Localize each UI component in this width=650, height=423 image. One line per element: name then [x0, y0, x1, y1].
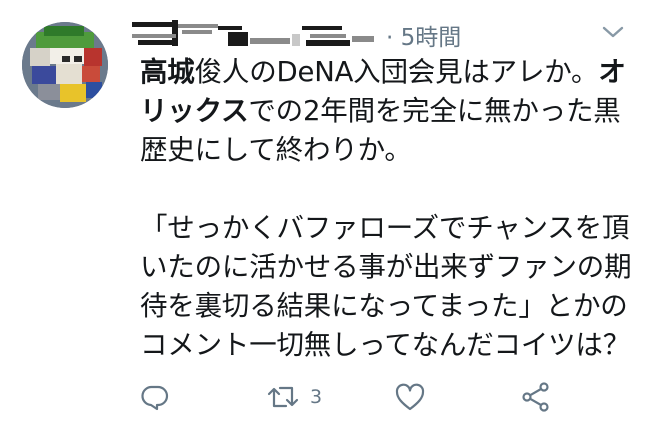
like-button[interactable]	[394, 380, 426, 414]
tweet-header: · 5時間	[132, 16, 612, 52]
chevron-down-icon[interactable]	[598, 20, 628, 44]
avatar[interactable]	[22, 22, 108, 108]
tweet-line: コメント一切無しってなんだコイツは？	[140, 329, 631, 361]
redacted-username[interactable]	[132, 20, 382, 48]
retweet-button[interactable]: 3	[266, 380, 322, 414]
reply-button[interactable]	[140, 380, 170, 414]
tweet-actions: 3	[0, 372, 650, 422]
tweet-line: 待を裏切る結果になってまった」とかの	[140, 290, 628, 322]
tweet[interactable]: · 5時間 高城俊人のDeNA入団会見はアレか。オ リックスでの2年間を完全に無…	[0, 0, 650, 423]
share-button[interactable]	[520, 380, 552, 414]
tweet-line: リックスでの2年間を完全に無かった黒	[140, 95, 621, 127]
relative-time: 5時間	[400, 25, 462, 51]
tweet-text: 高城俊人のDeNA入団会見はアレか。オ リックスでの2年間を完全に無かった黒 歴…	[140, 53, 632, 365]
retweet-icon	[267, 386, 299, 408]
tweet-timestamp[interactable]: · 5時間	[386, 18, 461, 52]
retweet-count: 3	[310, 386, 323, 408]
tweet-line: 歴史にして終わりか。	[140, 134, 412, 166]
tweet-line: 「せっかくバファローズでチャンスを頂	[140, 212, 630, 244]
share-icon	[522, 382, 549, 412]
heart-icon	[395, 383, 425, 411]
tweet-line: 高城俊人のDeNA入団会見はアレか。オ	[140, 56, 626, 88]
reply-icon	[141, 385, 169, 411]
tweet-line: いたのに活かせる事が出来ずファンの期	[140, 251, 632, 283]
time-separator: ·	[386, 25, 394, 51]
